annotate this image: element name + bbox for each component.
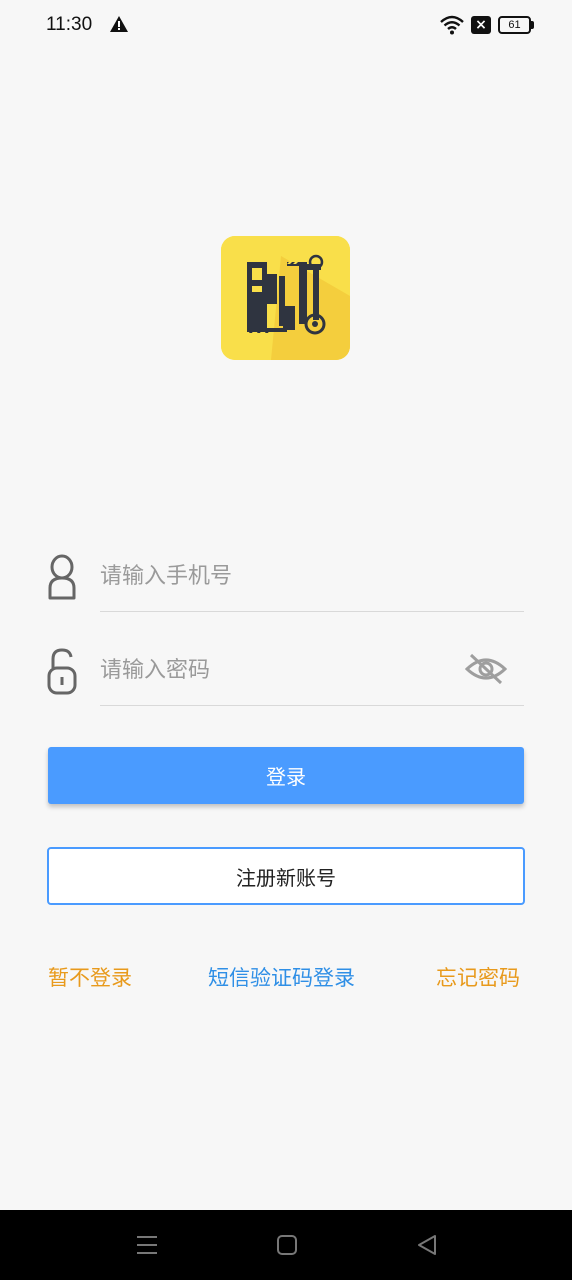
warning-icon: [110, 16, 128, 32]
system-nav-bar: [0, 1210, 572, 1280]
status-bar: 11:30 × 61: [0, 0, 572, 52]
login-button[interactable]: 登录: [48, 747, 524, 804]
back-icon[interactable]: [414, 1232, 440, 1258]
battery-level: 61: [508, 19, 521, 31]
login-screen: 11:30 × 61 请输入手机号 登录 注册新账号 暂不登录 短信验证码登录 …: [0, 0, 572, 1280]
lock-icon: [47, 648, 77, 695]
app-logo: [221, 236, 350, 360]
home-icon[interactable]: [274, 1232, 300, 1258]
close-badge-icon: ×: [471, 16, 491, 34]
wifi-icon: [440, 15, 464, 35]
sms-login-link[interactable]: 短信验证码登录: [208, 962, 355, 992]
register-button[interactable]: 注册新账号: [47, 847, 525, 905]
battery-icon: 61: [498, 16, 531, 34]
password-input[interactable]: [100, 636, 524, 706]
user-icon: [48, 554, 76, 600]
skip-login-link[interactable]: 暂不登录: [48, 962, 132, 992]
phone-field-row: [44, 542, 526, 612]
password-field-row: [44, 636, 526, 706]
menu-icon[interactable]: [134, 1232, 160, 1258]
phone-input[interactable]: [100, 542, 524, 612]
forgot-password-link[interactable]: 忘记密码: [436, 962, 520, 992]
status-time: 11:30: [46, 14, 93, 35]
battery-tip: [531, 21, 534, 29]
eye-off-icon[interactable]: [465, 651, 507, 687]
